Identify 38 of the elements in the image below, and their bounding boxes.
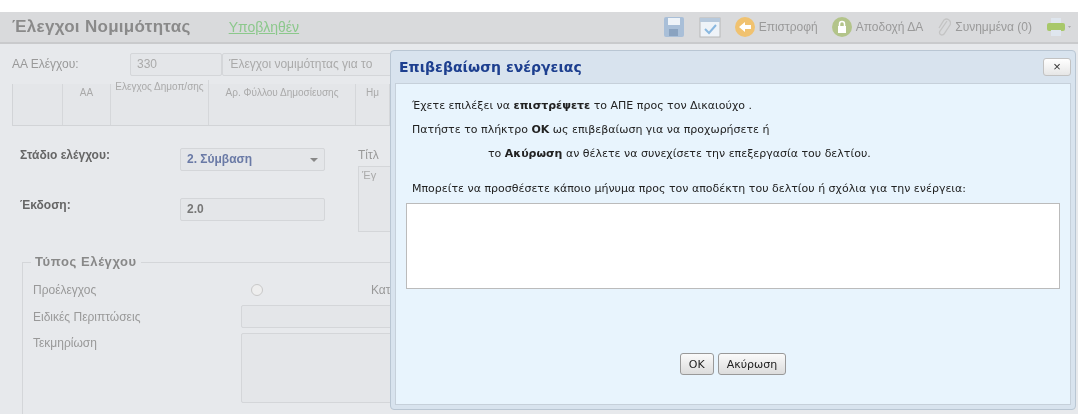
comment-prompt: Μπορείτε να προσθέσετε κάποιο μήνυμα προς τον αποδέκτη του δελτίου ή σχόλια για την ενέργεια:	[412, 182, 968, 195]
special-cases-field[interactable]	[241, 305, 390, 328]
column-header: Αρ. Φύλλου Δημοσίευσης	[209, 84, 356, 125]
lock-icon	[831, 17, 852, 37]
version-label: Έκδοση:	[20, 198, 72, 214]
column-header: ΑΑ	[63, 84, 111, 125]
column-label: Κατ	[371, 283, 390, 297]
dialog-message: το Ακύρωση αν θέλετε να συνεχίσετε την επεξεργασία του δελτίου.	[487, 146, 872, 161]
paperclip-icon	[937, 17, 952, 37]
stage-select[interactable]: 2. Σύμβαση	[180, 148, 325, 171]
check-number-field[interactable]: 330	[130, 52, 222, 76]
lock-toolbar-button[interactable]: Αποδοχή ΔΑ	[831, 17, 924, 37]
precheck-radio[interactable]	[251, 284, 263, 296]
evidence-field[interactable]	[241, 333, 390, 403]
group-legend: Τύπος Ελέγχου	[31, 254, 141, 269]
dialog-message: Έχετε επιλέξει να επιστρέψετε το ΑΠΕ προς τον Δικαιούχο .	[412, 98, 753, 113]
special-cases-label: Ειδικές Περιπτώσεις	[33, 309, 142, 324]
status-link[interactable]: Υποβληθέν	[228, 19, 300, 35]
cancel-button[interactable]: Ακύρωση	[717, 353, 787, 375]
stage-label: Στάδιο ελέγχου:	[20, 148, 111, 164]
attach-toolbar-button[interactable]: Συνημμένα (0)	[937, 17, 1032, 37]
dialog-title: Επιβεβαίωση ενέργειας	[399, 59, 582, 75]
version-field[interactable]: 2.0	[180, 198, 325, 221]
evidence-label: Τεκμηρίωση	[33, 335, 98, 350]
close-button[interactable]: ×	[1043, 58, 1071, 76]
ok-button[interactable]: OK	[679, 353, 714, 375]
check-description-field[interactable]: Έλεγχοι νομιμότητας για το	[222, 52, 390, 76]
back-toolbar-button[interactable]: Επιστροφή	[734, 17, 818, 37]
printer-icon[interactable]	[1046, 17, 1074, 37]
title-field[interactable]: Έγ	[358, 166, 390, 232]
dialog-message: Πατήστε το πλήκτρο OK ως επιβεβαίωση για να προχωρήσετε ή	[412, 122, 771, 137]
title-label: Τίτλ	[358, 148, 380, 164]
calendar-check-icon[interactable]	[698, 16, 721, 38]
precheck-label: Προέλεγχος	[33, 283, 98, 297]
page-title: Έλεγχοι Νομιμότητας	[12, 17, 191, 37]
comment-field[interactable]	[406, 203, 1060, 289]
check-number-label: ΑΑ Ελέγχου:	[12, 57, 80, 71]
column-header: Ελεγχος Δημοπ/σης	[111, 80, 209, 125]
